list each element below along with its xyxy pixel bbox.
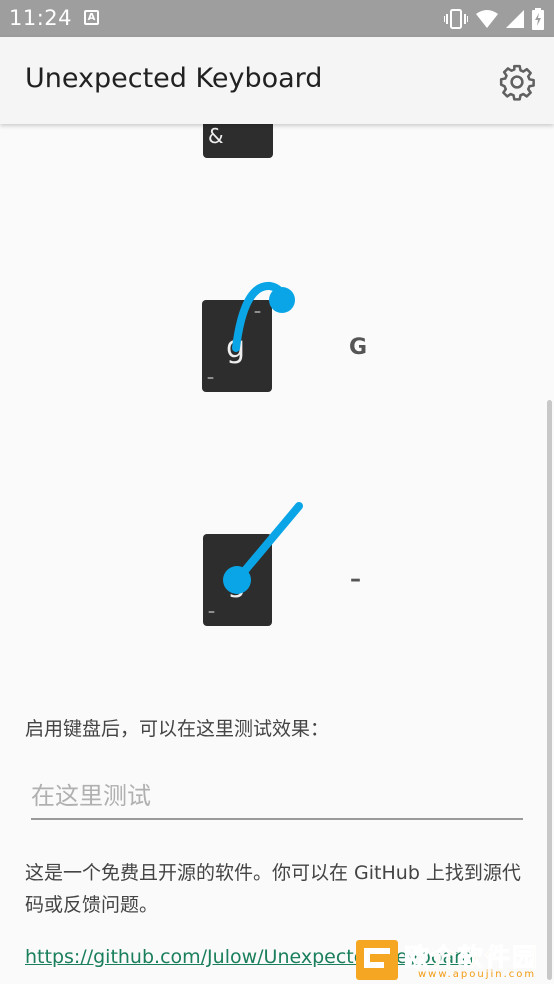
content-area[interactable]: & g – – G g – – 启用键盘后，可以在这里测试效果： 这是一个免费且… [0, 124, 554, 984]
signal-icon [506, 10, 524, 28]
watermark-sub: www.apoujin.com [418, 969, 537, 980]
battery-icon [532, 8, 544, 30]
notification-icon: A [84, 10, 99, 25]
watermark-logo-icon [356, 940, 398, 980]
intro-text: 启用键盘后，可以在这里测试效果： [25, 718, 330, 740]
test-input[interactable] [31, 774, 523, 820]
status-time: 11:24 [9, 6, 73, 30]
vibrate-icon [444, 9, 468, 29]
app-title: Unexpected Keyboard [25, 63, 323, 94]
wifi-icon [476, 10, 498, 28]
about-text: 这是一个免费且开源的软件。你可以在 GitHub 上找到源代码或反馈问题。 [25, 862, 521, 916]
scrollbar[interactable] [547, 400, 552, 980]
status-bar: 11:24 A [0, 0, 554, 37]
gear-icon [499, 64, 535, 101]
app-bar: Unexpected Keyboard [0, 37, 554, 124]
straight-swipe-gesture [223, 502, 303, 594]
watermark: 欧介软件园 www.apoujin.com [356, 938, 554, 984]
status-icons [444, 8, 544, 30]
swipe-result-label: – [350, 567, 361, 592]
settings-button[interactable] [498, 63, 536, 101]
